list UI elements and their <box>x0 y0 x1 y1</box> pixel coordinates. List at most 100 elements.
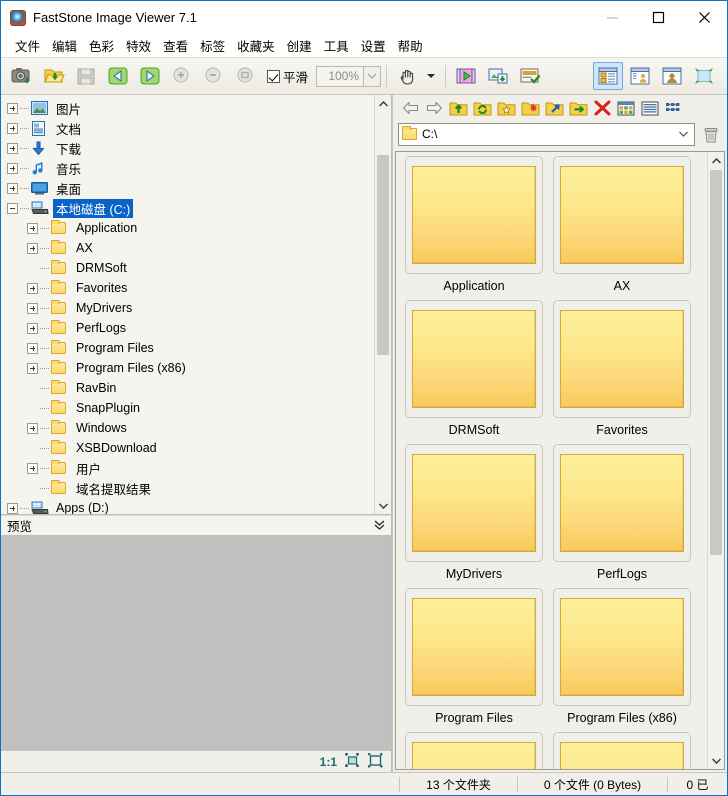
tree-item[interactable]: 本地磁盘 (C:) <box>1 198 374 218</box>
scrollbar-thumb[interactable] <box>710 170 722 555</box>
actual-size-icon[interactable] <box>368 752 383 771</box>
previous-image-icon[interactable] <box>103 62 133 90</box>
trash-icon[interactable] <box>700 122 722 146</box>
tree-item[interactable]: 桌面 <box>1 178 374 198</box>
tree-item[interactable]: 图片 <box>1 98 374 118</box>
tree-item[interactable]: 音乐 <box>1 158 374 178</box>
hand-tool-dropdown-icon[interactable] <box>424 62 438 90</box>
favorite-folder-icon[interactable] <box>494 97 518 119</box>
thumbnail-item[interactable]: Favorites <box>548 300 696 444</box>
thumbnail-item[interactable] <box>548 732 696 769</box>
menu-item-view[interactable]: 查看 <box>157 34 194 57</box>
expand-icon[interactable] <box>7 502 18 514</box>
tree-item[interactable]: 下载 <box>1 138 374 158</box>
refresh-folder-icon[interactable] <box>470 97 494 119</box>
menu-item-color[interactable]: 色彩 <box>83 34 120 57</box>
menu-item-tags[interactable]: 标签 <box>194 34 231 57</box>
expand-icon[interactable] <box>27 222 38 234</box>
hand-tool-icon[interactable] <box>392 62 422 90</box>
tree-item[interactable]: DRMSoft <box>1 258 374 278</box>
menu-item-create[interactable]: 创建 <box>281 34 318 57</box>
menu-item-favorites[interactable]: 收藏夹 <box>231 34 281 57</box>
back-arrow-icon[interactable] <box>398 97 422 119</box>
next-image-icon[interactable] <box>135 62 165 90</box>
scrollbar-thumb[interactable] <box>377 155 389 355</box>
expand-icon[interactable] <box>27 282 38 294</box>
delete-icon[interactable] <box>590 97 614 119</box>
expand-icon[interactable] <box>27 342 38 354</box>
copy-to-folder-icon[interactable] <box>566 97 590 119</box>
compare-images-icon[interactable] <box>483 62 513 90</box>
zoom-level-dropdown-icon[interactable] <box>364 65 382 87</box>
view-mode-preview-icon[interactable] <box>657 62 687 90</box>
thumbnail-item[interactable]: Program Files <box>400 588 548 732</box>
new-folder-icon[interactable] <box>518 97 542 119</box>
thumbnail-item[interactable]: MyDrivers <box>400 444 548 588</box>
tree-item[interactable]: Program Files <box>1 338 374 358</box>
thumbnail-item[interactable]: DRMSoft <box>400 300 548 444</box>
tree-item[interactable]: Windows <box>1 418 374 438</box>
tree-item[interactable]: SnapPlugin <box>1 398 374 418</box>
scroll-up-arrow-icon[interactable] <box>708 152 724 169</box>
zoom-level-input[interactable]: 100% <box>316 65 365 87</box>
menu-item-edit[interactable]: 编辑 <box>46 34 83 57</box>
expand-icon[interactable] <box>27 302 38 314</box>
expand-icon[interactable] <box>27 362 38 374</box>
tree-item[interactable]: 文档 <box>1 118 374 138</box>
menu-item-file[interactable]: 文件 <box>9 34 46 57</box>
tree-item[interactable]: Favorites <box>1 278 374 298</box>
view-mode-list-icon[interactable] <box>625 62 655 90</box>
tag-view-icon[interactable] <box>662 97 686 119</box>
smooth-checkbox[interactable]: 平滑 <box>267 67 308 86</box>
smooth-checkbox-box[interactable] <box>267 69 280 83</box>
scroll-down-arrow-icon[interactable] <box>375 497 391 514</box>
tree-item[interactable]: MyDrivers <box>1 298 374 318</box>
up-folder-icon[interactable] <box>446 97 470 119</box>
open-folder-icon[interactable] <box>39 62 69 90</box>
slideshow-icon[interactable] <box>451 62 481 90</box>
detail-view-icon[interactable] <box>638 97 662 119</box>
tree-item[interactable]: Apps (D:) <box>1 498 374 514</box>
scroll-up-arrow-icon[interactable] <box>375 95 391 112</box>
maximize-button[interactable] <box>635 1 681 34</box>
menu-item-effects[interactable]: 特效 <box>120 34 157 57</box>
expand-icon[interactable] <box>7 182 18 194</box>
tree-item[interactable]: XSBDownload <box>1 438 374 458</box>
double-chevron-down-icon[interactable] <box>374 519 385 533</box>
expand-icon[interactable] <box>7 142 18 154</box>
folder-tree-scrollbar[interactable] <box>374 95 391 514</box>
email-image-icon[interactable] <box>515 62 545 90</box>
expand-icon[interactable] <box>7 122 18 134</box>
thumbnail-item[interactable]: Application <box>400 156 548 300</box>
folder-tree[interactable]: 图片 文档 下载 音乐 桌面 本地磁盘 (C:) Application AX DRMSoft F… <box>1 95 374 514</box>
expand-icon[interactable] <box>27 462 38 474</box>
preview-image-area[interactable] <box>1 536 391 750</box>
forward-arrow-icon[interactable] <box>422 97 446 119</box>
close-button[interactable] <box>681 1 727 34</box>
view-mode-fullscreen-icon[interactable] <box>689 62 719 90</box>
screen-capture-icon[interactable] <box>7 62 37 90</box>
tree-item[interactable]: Application <box>1 218 374 238</box>
chevron-down-icon[interactable] <box>675 131 692 137</box>
scroll-down-arrow-icon[interactable] <box>708 752 724 769</box>
thumbnail-grid[interactable]: Application AX DRMSoft Favorites MyDrivers Pe… <box>396 152 707 769</box>
expand-icon[interactable] <box>7 102 18 114</box>
tree-item[interactable]: 用户 <box>1 458 374 478</box>
view-mode-browser-icon[interactable] <box>593 62 623 90</box>
expand-icon[interactable] <box>27 322 38 334</box>
thumbnail-view-icon[interactable] <box>614 97 638 119</box>
menu-item-settings[interactable]: 设置 <box>355 34 392 57</box>
fit-window-icon[interactable] <box>345 752 360 771</box>
tree-item[interactable]: AX <box>1 238 374 258</box>
expand-icon[interactable] <box>27 242 38 254</box>
menu-item-tools[interactable]: 工具 <box>318 34 355 57</box>
tree-item[interactable]: 域名提取结果 <box>1 478 374 498</box>
thumbnail-item[interactable]: Program Files (x86) <box>548 588 696 732</box>
move-to-folder-icon[interactable] <box>542 97 566 119</box>
thumbnail-item[interactable] <box>400 732 548 769</box>
expand-icon[interactable] <box>27 422 38 434</box>
thumbnail-item[interactable]: PerfLogs <box>548 444 696 588</box>
tree-item[interactable]: PerfLogs <box>1 318 374 338</box>
address-combobox[interactable]: C:\ <box>398 122 695 146</box>
tree-item[interactable]: Program Files (x86) <box>1 358 374 378</box>
